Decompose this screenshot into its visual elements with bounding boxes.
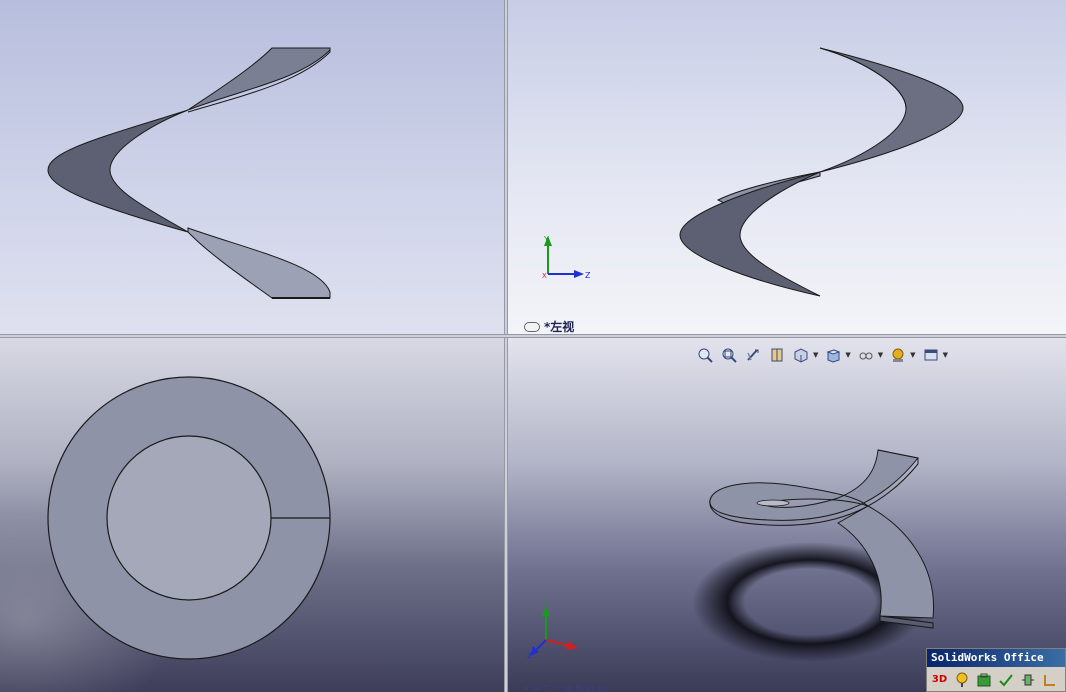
triad-x-label: X bbox=[542, 272, 547, 280]
viewport-splitter-vertical[interactable] bbox=[504, 0, 508, 692]
hide-show-dropdown-icon[interactable]: ▼ bbox=[878, 351, 883, 359]
edit-appearance-dropdown-icon[interactable]: ▼ bbox=[910, 351, 915, 359]
viewport-isometric[interactable]: ▼ ▼ ▼ ▼ ▼ Y Z *上下二等角轴测 bbox=[508, 338, 1066, 692]
check-icon[interactable] bbox=[997, 671, 1014, 688]
instant3d-icon[interactable] bbox=[953, 671, 970, 688]
view-orientation-icon[interactable] bbox=[792, 347, 810, 363]
section-view-icon[interactable] bbox=[768, 347, 786, 363]
edit-appearance-icon[interactable] bbox=[889, 347, 907, 363]
heads-up-view-toolbar: ▼ ▼ ▼ ▼ ▼ bbox=[696, 346, 948, 364]
solidworks-office-toolbar: SolidWorks Office 3D bbox=[926, 648, 1066, 692]
display-style-dropdown-icon[interactable]: ▼ bbox=[845, 351, 850, 359]
triad-y-label: Y bbox=[543, 235, 549, 244]
part-top-view bbox=[0, 338, 504, 692]
viewport-top[interactable] bbox=[0, 338, 504, 692]
part-front-view bbox=[47, 47, 331, 299]
view-settings-dropdown-icon[interactable]: ▼ bbox=[943, 351, 948, 359]
triad-icon: Y Z X bbox=[542, 235, 591, 280]
zoom-to-fit-icon[interactable] bbox=[696, 347, 714, 363]
triad-iso-icon: Y Z bbox=[527, 600, 578, 660]
triad-iso-z-label: Z bbox=[527, 652, 532, 660]
toolbox-icon[interactable] bbox=[975, 671, 992, 688]
viewport-splitter-horizontal[interactable] bbox=[0, 334, 1066, 338]
previous-view-icon[interactable] bbox=[744, 347, 762, 363]
view-settings-icon[interactable] bbox=[922, 347, 940, 363]
view-name-isometric: *上下二等角轴测 bbox=[524, 684, 607, 692]
viewport-front[interactable] bbox=[0, 0, 504, 334]
3d-icon[interactable]: 3D bbox=[931, 671, 948, 688]
zoom-to-area-icon[interactable] bbox=[720, 347, 738, 363]
tolerance-icon[interactable] bbox=[1019, 671, 1036, 688]
view-name-left: *左视 bbox=[524, 318, 574, 334]
link-views-icon bbox=[524, 321, 540, 332]
triad-z-label: Z bbox=[585, 271, 591, 280]
triad-iso-y-label: Y bbox=[542, 600, 548, 608]
display-style-icon[interactable] bbox=[824, 347, 842, 363]
solidworks-office-title[interactable]: SolidWorks Office bbox=[927, 649, 1065, 667]
routing-icon[interactable] bbox=[1041, 671, 1058, 688]
part-isometric-view bbox=[692, 449, 935, 662]
view-name-left-text: *左视 bbox=[544, 320, 575, 334]
viewport-left[interactable]: Y Z X *左视 bbox=[508, 0, 1066, 334]
view-orientation-dropdown-icon[interactable]: ▼ bbox=[813, 351, 818, 359]
part-left-view bbox=[679, 47, 964, 297]
hide-show-items-icon[interactable] bbox=[857, 347, 875, 363]
